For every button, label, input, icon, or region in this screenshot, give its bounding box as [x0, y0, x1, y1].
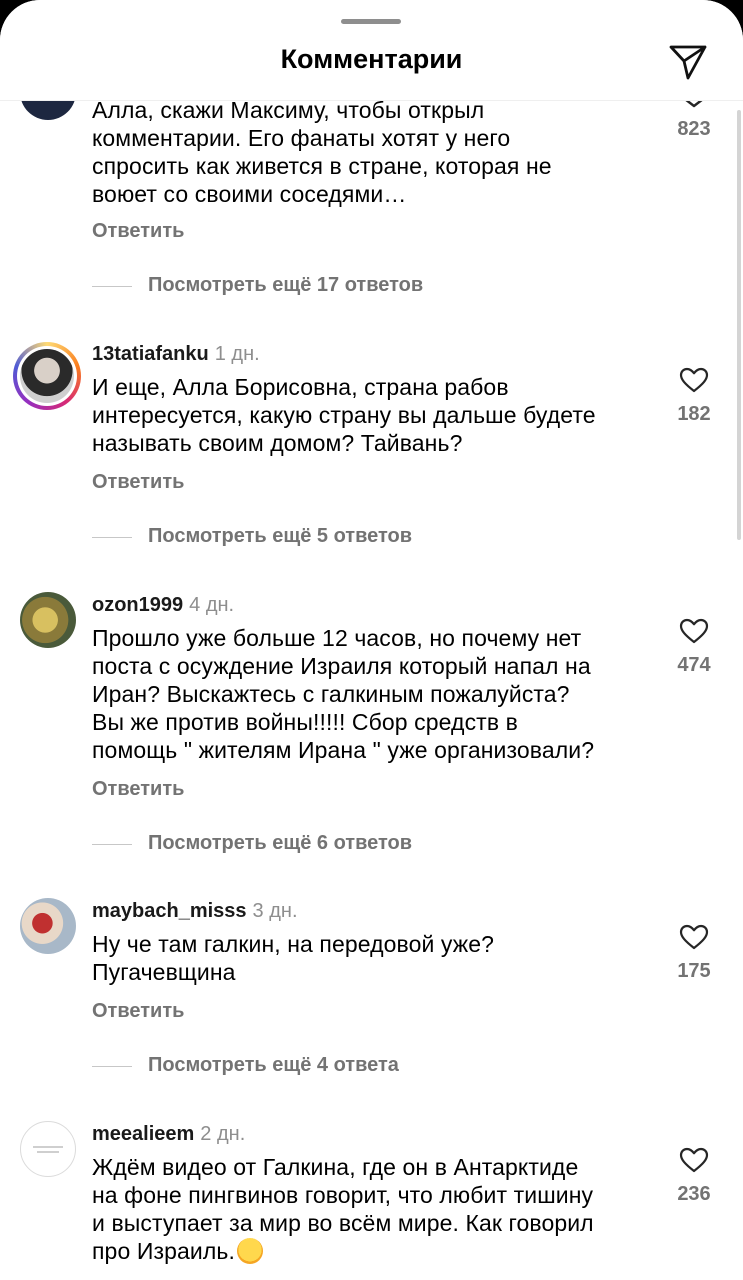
user-avatar[interactable]	[13, 342, 81, 410]
like-count: 236	[677, 1183, 711, 1205]
like-count: 823	[677, 118, 711, 140]
comments-sheet: Алла, скажи Максиму, чтобы открыл коммен…	[0, 0, 743, 1280]
like-count: 175	[677, 960, 711, 982]
view-more-replies-label: Посмотреть ещё 17 ответов	[148, 274, 424, 296]
comment-text: Ждём видео от Галкина, где он в Антаркти…	[92, 1153, 652, 1265]
reply-divider	[92, 1066, 132, 1067]
view-more-replies-label: Посмотреть ещё 6 ответов	[148, 832, 413, 854]
reply-button[interactable]: Ответить	[92, 220, 184, 243]
like-button[interactable]: 182	[664, 367, 724, 426]
like-count: 182	[677, 403, 711, 425]
paper-plane-icon[interactable]	[668, 42, 708, 82]
timestamp: 3 дн.	[252, 900, 298, 922]
reply-button[interactable]: Ответить	[92, 1000, 184, 1023]
scrollbar[interactable]	[737, 110, 741, 540]
like-button[interactable]: 474	[664, 618, 724, 677]
comment-text: Прошло уже больше 12 часов, но почему не…	[92, 625, 595, 763]
comment-meta: maybach_misss 3 дн.	[92, 900, 298, 923]
heart-icon	[679, 367, 709, 393]
heart-icon	[679, 924, 709, 950]
heart-icon	[679, 618, 709, 644]
avatar-placeholder-line	[37, 1151, 59, 1153]
comment-text: Ну че там галкин, на передовой уже? Пуга…	[92, 931, 495, 985]
comment-meta: ozon1999 4 дн.	[92, 594, 234, 617]
like-button[interactable]: 823	[664, 94, 724, 141]
username[interactable]: maybach_misss	[92, 900, 247, 922]
like-button[interactable]: 175	[664, 924, 724, 983]
timestamp: 2 дн.	[200, 1123, 246, 1145]
user-avatar[interactable]	[20, 1121, 76, 1177]
like-button[interactable]: 236	[664, 1147, 724, 1206]
comment-text: И еще, Алла Борисовна, страна рабов инте…	[92, 374, 596, 456]
avatar-placeholder-line	[33, 1146, 63, 1148]
user-avatar[interactable]	[20, 592, 76, 648]
reply-divider	[92, 286, 132, 287]
reply-divider	[92, 537, 132, 538]
comment-text: Алла, скажи Максиму, чтобы открыл коммен…	[92, 97, 552, 207]
reply-button[interactable]: Ответить	[92, 778, 184, 801]
like-count: 474	[677, 654, 711, 676]
comment-meta: 13tatiafanku 1 дн.	[92, 343, 260, 366]
avatar-photo	[20, 349, 74, 403]
view-more-replies-label: Посмотреть ещё 4 ответа	[148, 1054, 399, 1076]
sheet-header: Комментарии	[0, 0, 743, 101]
username[interactable]: meealieem	[92, 1123, 194, 1145]
reply-button[interactable]: Ответить	[92, 471, 184, 494]
comment-meta: meealieem 2 дн.	[92, 1123, 245, 1146]
timestamp: 1 дн.	[214, 343, 260, 365]
comments-list[interactable]: Алла, скажи Максиму, чтобы открыл коммен…	[0, 0, 743, 1280]
username[interactable]: ozon1999	[92, 594, 183, 616]
page-title: Комментарии	[280, 44, 463, 74]
username[interactable]: 13tatiafanku	[92, 343, 209, 365]
timestamp: 4 дн.	[189, 594, 235, 616]
share-icon	[669, 45, 707, 80]
reply-divider	[92, 844, 132, 845]
laughing-emoji-icon	[236, 1238, 263, 1264]
comment-text-body: Ждём видео от Галкина, где он в Антаркти…	[92, 1154, 594, 1264]
view-more-replies-label: Посмотреть ещё 5 ответов	[148, 525, 413, 547]
heart-icon	[679, 1147, 709, 1173]
drag-handle[interactable]	[341, 19, 401, 24]
user-avatar[interactable]	[20, 898, 76, 954]
